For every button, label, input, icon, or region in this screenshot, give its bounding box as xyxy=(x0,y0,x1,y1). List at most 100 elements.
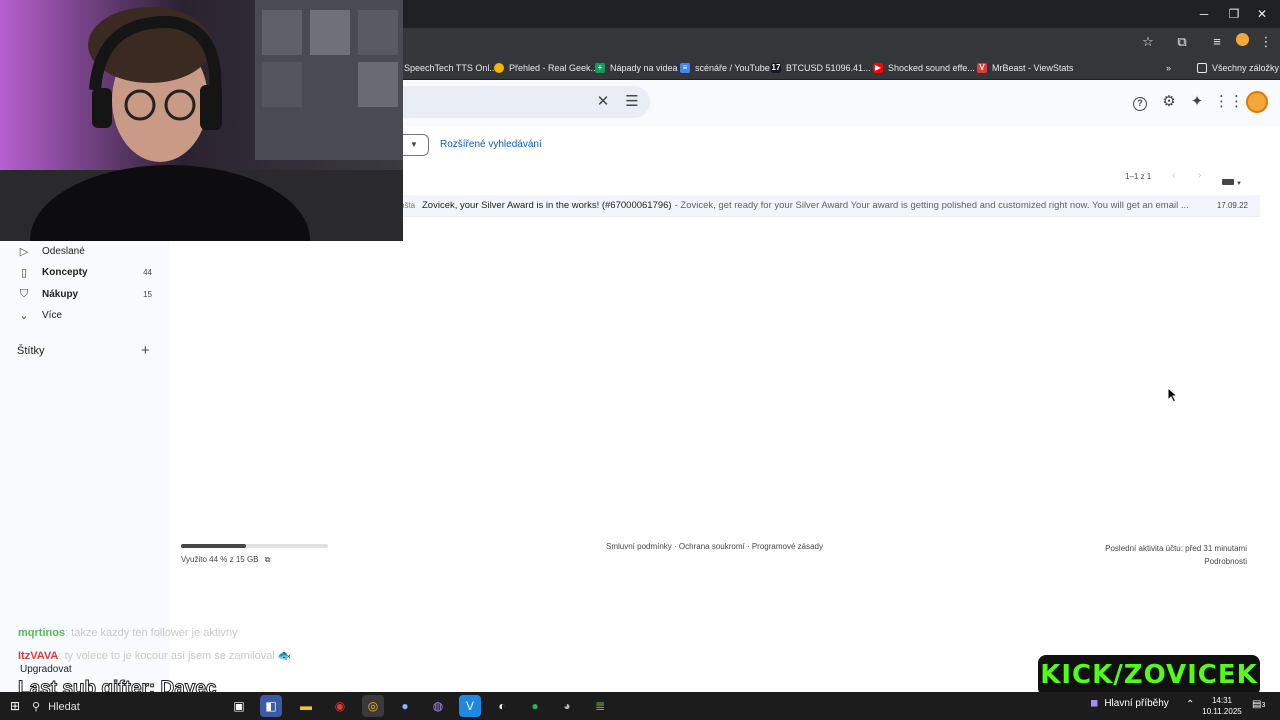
opera-gx-icon[interactable]: ◉ xyxy=(329,695,351,717)
reading-list-icon[interactable]: ≡ xyxy=(1208,33,1226,51)
bookmark-item[interactable]: SpeechTech TTS Onl... xyxy=(404,60,497,76)
footer-links[interactable]: Smluvní podmínky · Ochrana soukromí · Pr… xyxy=(606,542,823,551)
email-date: 17.09.22 xyxy=(1216,201,1248,210)
sidebar-item-label: Nákupy xyxy=(42,288,79,300)
bookmark-item[interactable]: Přehled - Real Geek... xyxy=(494,60,598,76)
obs-icon[interactable]: ◐ xyxy=(491,695,513,717)
upgrade-button[interactable]: Upgradovat xyxy=(20,664,72,675)
email-subject: Zovicek, your Silver Award is in the wor… xyxy=(422,200,672,211)
sidebar-item-count: 44 xyxy=(143,267,152,277)
mouse-cursor-icon xyxy=(1167,387,1179,403)
chat-username: ItzVAVA xyxy=(18,650,59,662)
news-widget[interactable]: ◼ Hlavní příběhy xyxy=(1090,698,1169,709)
spotify-icon[interactable]: ● xyxy=(524,695,546,717)
docs-icon: ≡ xyxy=(680,63,690,73)
notification-icon[interactable]: ▤3 xyxy=(1252,699,1265,710)
app-icon-gray[interactable]: ◕ xyxy=(556,695,578,717)
email-snippet: - Zovicek, get ready for your Silver Awa… xyxy=(674,200,1189,211)
profile-icon[interactable] xyxy=(1233,33,1251,51)
windows-start-icon[interactable]: ⊞ xyxy=(4,695,26,717)
email-row[interactable]: ošta Zovicek, your Silver Award is in th… xyxy=(380,195,1260,217)
stream-chat: mqrtinos: takze kazdy ten follower je ak… xyxy=(18,622,292,668)
file-explorer-icon[interactable]: ▬ xyxy=(295,695,317,717)
menu-icon[interactable]: ⋮ xyxy=(1257,33,1275,51)
app-icon-generic[interactable]: ◧ xyxy=(260,695,282,717)
gemini-sparkle-icon[interactable]: ✦ xyxy=(1186,91,1208,113)
youtube-icon: ▶ xyxy=(873,63,883,73)
storage-usage[interactable]: Využito 44 % z 15 GB ⧉ xyxy=(181,555,270,565)
folder-icon xyxy=(1197,63,1207,73)
labels-heading: Štítky xyxy=(17,345,45,357)
sidebar-item-count: 15 xyxy=(143,289,152,299)
advanced-search-link[interactable]: Rozšířené vyhledávání xyxy=(440,139,542,150)
app-icon-purple[interactable]: ◍ xyxy=(427,695,449,717)
star-icon[interactable]: ☆ xyxy=(1139,33,1157,51)
app-icon-stack[interactable]: ≣ xyxy=(589,695,611,717)
chat-text: : takze kazdy ten follower je aktivny xyxy=(65,627,238,639)
help-icon[interactable]: ? xyxy=(1129,91,1151,113)
details-link[interactable]: Podrobnosti xyxy=(1060,555,1247,568)
add-label-icon[interactable]: + xyxy=(141,342,150,359)
tradingview-icon: 17 xyxy=(771,63,781,73)
sidebar-item-sent[interactable]: ▷ Odeslané xyxy=(0,241,170,261)
close-icon[interactable]: ✕ xyxy=(1251,4,1273,24)
clear-search-icon[interactable]: ✕ xyxy=(592,91,614,113)
draft-icon: ▯ xyxy=(20,266,28,279)
search-options-icon[interactable]: ☰ xyxy=(621,91,643,113)
bookmark-item[interactable]: ▶ Shocked sound effe... xyxy=(873,60,975,76)
sheets-icon: + xyxy=(595,63,605,73)
density-toggle[interactable]: ▼ xyxy=(1222,172,1242,187)
sidebar-item-drafts[interactable]: ▯ Koncepty 44 xyxy=(0,262,170,282)
chrome-icon[interactable]: ◎ xyxy=(362,695,384,717)
clock-date: 10.11.2025 xyxy=(1202,707,1242,716)
sidebar-item-purchases[interactable]: ⛉ Nákupy 15 xyxy=(0,284,170,304)
search-icon: ⚲ xyxy=(32,701,41,713)
extensions-icon[interactable]: ⧉ xyxy=(1173,33,1191,51)
next-page-icon[interactable]: › xyxy=(1198,170,1201,181)
chevron-down-icon: ⌄ xyxy=(19,309,29,322)
keyboard-icon xyxy=(1222,179,1234,185)
chat-username: mqrtinos xyxy=(18,627,66,639)
prev-page-icon[interactable]: ‹ xyxy=(1172,170,1175,181)
clock-time: 14:31 xyxy=(1211,696,1233,705)
taskbar-search[interactable]: ⚲ Hledat xyxy=(32,696,197,717)
email-label-tag: ošta xyxy=(400,201,416,210)
tray-chevron-icon[interactable]: ⌃ xyxy=(1186,699,1194,710)
bookmark-item[interactable]: ≡ scénáře / YouTube xyxy=(680,60,770,76)
taskbar-clock[interactable]: 14:31 10.11.2025 xyxy=(1198,695,1246,717)
bookmark-item[interactable]: 17 BTCUSD 51096.41... xyxy=(771,60,871,76)
bookmark-item[interactable]: V MrBeast - ViewStats xyxy=(977,60,1073,76)
sidebar-item-label: Více xyxy=(42,309,63,321)
sidebar-item-label: Koncepty xyxy=(42,266,88,278)
sidebar-item-label: Odeslané xyxy=(42,245,85,257)
chat-text: : ty volece to je kocour asi jsem se zam… xyxy=(58,650,292,662)
account-avatar[interactable] xyxy=(1246,91,1268,113)
sidebar-item-more[interactable]: ⌄ Více xyxy=(0,305,170,325)
app-icon-blue[interactable]: ● xyxy=(394,695,416,717)
bulb-icon xyxy=(494,63,504,73)
send-icon: ▷ xyxy=(19,245,29,258)
visual-studio-code-icon[interactable]: V xyxy=(459,695,481,717)
caret-down-icon: ▼ xyxy=(1236,181,1242,187)
all-bookmarks-button[interactable]: Všechny záložky xyxy=(1197,60,1279,76)
open-external-icon[interactable]: ⧉ xyxy=(265,555,271,564)
apps-grid-icon[interactable]: ⋮⋮⋮ xyxy=(1214,91,1259,113)
minimize-icon[interactable]: ─ xyxy=(1193,4,1215,24)
last-activity: Poslední aktivita účtu: před 31 minutami… xyxy=(1060,542,1247,568)
storage-bar-fill xyxy=(181,544,246,548)
chat-message: mqrtinos: takze kazdy ten follower je ak… xyxy=(18,622,292,645)
kick-channel-logo: KICK/ZOVICEK xyxy=(1038,655,1260,696)
viewstats-icon: V xyxy=(977,63,987,73)
news-icon: ◼ xyxy=(1090,698,1099,709)
last-activity-text: Poslední aktivita účtu: před 31 minutami xyxy=(1105,544,1247,553)
webcam-overlay xyxy=(0,0,403,241)
settings-gear-icon[interactable]: ⚙ xyxy=(1158,91,1180,113)
webcam-feed-image xyxy=(0,0,403,241)
shopping-bag-icon: ⛉ xyxy=(19,287,29,300)
pagination-count: 1–1 z 1 xyxy=(1125,172,1152,181)
bookmark-item[interactable]: + Nápady na videa xyxy=(595,60,678,76)
more-bookmarks-button[interactable]: » xyxy=(1166,60,1171,76)
caret-down-icon: ▼ xyxy=(410,140,418,149)
restore-icon[interactable]: ❐ xyxy=(1223,4,1245,24)
task-view-icon[interactable]: ▣ xyxy=(228,695,250,717)
